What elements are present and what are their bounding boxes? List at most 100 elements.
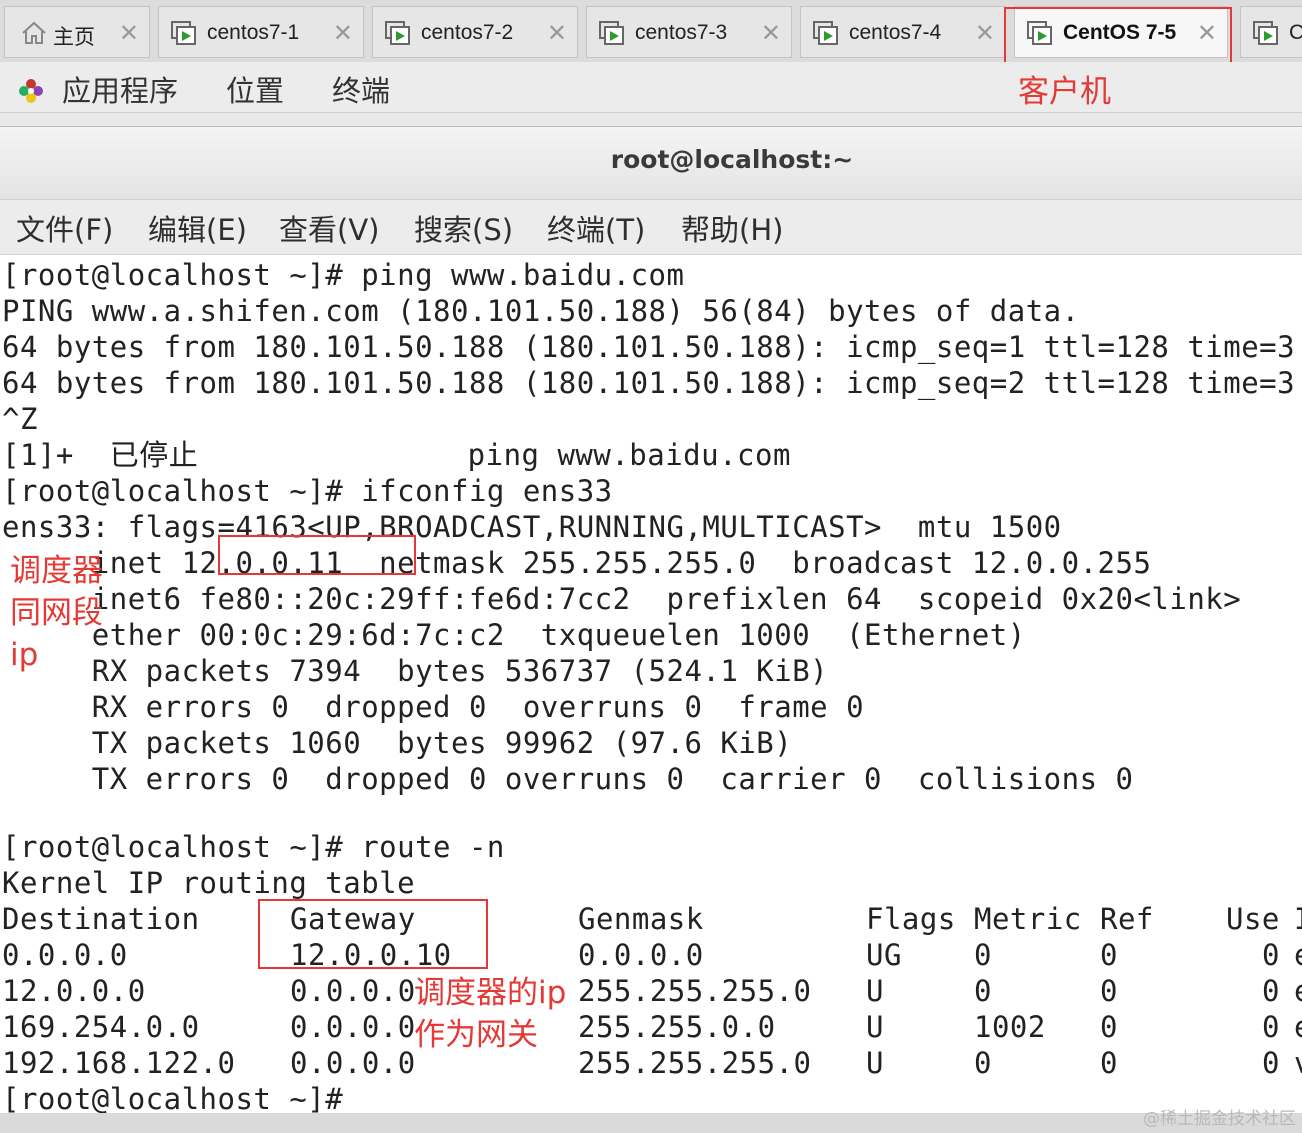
highlight-box-active-tab (1004, 7, 1232, 66)
route-cell: U (866, 1046, 884, 1080)
route-cell: 0 (1262, 1010, 1280, 1044)
highlight-box-inet (218, 535, 416, 575)
terminal-window: root@localhost:~ 文件(F) 编辑(E) 查看(V) 搜索(S)… (0, 126, 1302, 1133)
route-cell: 255.255.255.0 (578, 1046, 812, 1080)
vm-icon (813, 21, 839, 45)
menu-search[interactable]: 搜索(S) (414, 207, 513, 249)
close-icon[interactable]: ✕ (761, 19, 781, 47)
bottom-strip (0, 1113, 1302, 1133)
places-menu[interactable]: 位置 (226, 68, 284, 110)
route-header-use: Use (1226, 902, 1280, 936)
route-cell: 0 (1262, 974, 1280, 1008)
applications-icon (16, 76, 46, 106)
terminal-line: [root@localhost ~]# ping www.baidu.com (2, 258, 685, 292)
annotation-gateway-2: 作为网关 (414, 1017, 538, 1053)
route-cell: 0 (974, 1046, 992, 1080)
terminal-line: ^Z (2, 402, 38, 436)
route-cell: 0.0.0.0 (290, 974, 416, 1008)
tab-label: centos7-1 (207, 21, 300, 44)
route-cell: 0.0.0.0 (290, 1010, 416, 1044)
route-cell: 0.0.0.0 (2, 938, 128, 972)
close-icon[interactable]: ✕ (333, 19, 353, 47)
tab-label: centos7-4 (849, 21, 942, 44)
close-icon[interactable]: ✕ (119, 19, 139, 47)
route-cell: 0 (1100, 1010, 1118, 1044)
route-cell: v (1294, 1045, 1302, 1081)
window-title: root@localhost:~ (610, 145, 854, 174)
route-cell: U (866, 1010, 884, 1044)
tab-label: 主页 (53, 26, 95, 49)
terminal-line: RX packets 7394 bytes 536737 (524.1 KiB) (2, 654, 829, 688)
terminal-line: inet 12.0.0.11 netmask 255.255.255.0 bro… (2, 546, 1152, 580)
applications-menu[interactable]: 应用程序 (62, 68, 178, 110)
annotation-client: 客户机 (1018, 74, 1111, 110)
route-header-flags: Flags (866, 902, 956, 936)
terminal-line: [1]+ 已停止 ping www.baidu.com (2, 438, 791, 472)
tab-centos7-2[interactable]: centos7-2 ✕ (372, 6, 578, 58)
terminal-output[interactable]: [root@localhost ~]# ping www.baidu.com P… (0, 257, 1302, 1133)
vm-tab-bar: 主页 ✕ centos7-1 ✕ centos7-2 ✕ centos7-3 ✕… (0, 0, 1302, 66)
route-cell: 0 (1100, 974, 1118, 1008)
terminal-line: inet6 fe80::20c:29ff:fe6d:7cc2 prefixlen… (2, 582, 1242, 616)
menu-terminal[interactable]: 终端(T) (547, 207, 645, 249)
home-icon (21, 21, 47, 49)
route-cell: 0 (1100, 1046, 1118, 1080)
terminal-line: TX errors 0 dropped 0 overruns 0 carrier… (2, 762, 1134, 796)
route-cell: 169.254.0.0 (2, 1010, 200, 1044)
vm-icon (599, 21, 625, 45)
route-cell: e (1294, 973, 1302, 1009)
route-cell: 1002 (974, 1010, 1046, 1044)
menu-help[interactable]: 帮助(H) (681, 207, 783, 249)
terminal-line: 64 bytes from 180.101.50.188 (180.101.50… (2, 330, 1302, 364)
route-header-genmask: Genmask (578, 902, 704, 936)
vm-icon (385, 21, 411, 45)
tab-centos7-1[interactable]: centos7-1 ✕ (158, 6, 364, 58)
terminal-line: RX errors 0 dropped 0 overruns 0 frame 0 (2, 690, 865, 724)
terminal-menubar: 文件(F) 编辑(E) 查看(V) 搜索(S) 终端(T) 帮助(H) (0, 200, 1302, 255)
route-cell: 12.0.0.0 (2, 974, 146, 1008)
highlight-box-gateway (258, 899, 488, 969)
terminal-line: [root@localhost ~]# route -n (2, 830, 505, 864)
terminal-line: Kernel IP routing table (2, 866, 416, 900)
route-cell: 0 (1262, 938, 1280, 972)
route-cell: 0 (974, 938, 992, 972)
route-cell: UG (866, 938, 902, 972)
route-cell: e (1294, 937, 1302, 973)
route-header-destination: Destination (2, 902, 200, 936)
terminal-line: ens33: flags=4163<UP,BROADCAST,RUNNING,M… (2, 510, 1062, 544)
route-cell: 0.0.0.0 (290, 1046, 416, 1080)
route-cell: 255.255.0.0 (578, 1010, 776, 1044)
tab-centos7-3[interactable]: centos7-3 ✕ (586, 6, 792, 58)
terminal-prompt[interactable]: [root@localhost ~]# (2, 1081, 343, 1117)
annotation-same-segment-2: 同网段 (10, 595, 103, 631)
tab-label: centos7-2 (421, 21, 514, 44)
terminal-line: [root@localhost ~]# ifconfig ens33 (2, 474, 613, 508)
close-icon[interactable]: ✕ (975, 19, 995, 47)
menu-edit[interactable]: 编辑(E) (148, 207, 247, 249)
terminal-line: 64 bytes from 180.101.50.188 (180.101.50… (2, 366, 1302, 400)
route-header-metric: Metric (974, 902, 1082, 936)
window-titlebar[interactable]: root@localhost:~ (0, 127, 1302, 200)
tab-overflow[interactable]: C (1240, 6, 1302, 58)
terminal-line: ether 00:0c:29:6d:7c:c2 txqueuelen 1000 … (2, 618, 1026, 652)
tab-centos7-4[interactable]: centos7-4 ✕ (800, 6, 1006, 58)
terminal-line: PING www.a.shifen.com (180.101.50.188) 5… (2, 294, 1080, 328)
vm-icon (171, 21, 197, 45)
route-cell: U (866, 974, 884, 1008)
route-cell: 0 (1100, 938, 1118, 972)
route-header-iface: I (1294, 901, 1302, 937)
route-cell: 255.255.255.0 (578, 974, 812, 1008)
annotation-same-segment-1: 调度器 (10, 553, 103, 589)
route-cell: 0 (1262, 1046, 1280, 1080)
vm-icon (1253, 21, 1279, 45)
gnome-top-bar: 应用程序 位置 终端 客户机 (0, 62, 1302, 113)
terminal-menu[interactable]: 终端 (332, 68, 390, 110)
annotation-gateway-1: 调度器的ip (414, 975, 567, 1011)
menu-file[interactable]: 文件(F) (16, 207, 113, 249)
menu-view[interactable]: 查看(V) (279, 207, 379, 249)
close-icon[interactable]: ✕ (547, 19, 567, 47)
route-header-ref: Ref (1100, 902, 1154, 936)
route-cell: e (1294, 1009, 1302, 1045)
route-cell: 0.0.0.0 (578, 938, 704, 972)
tab-home[interactable]: 主页 ✕ (4, 6, 150, 58)
